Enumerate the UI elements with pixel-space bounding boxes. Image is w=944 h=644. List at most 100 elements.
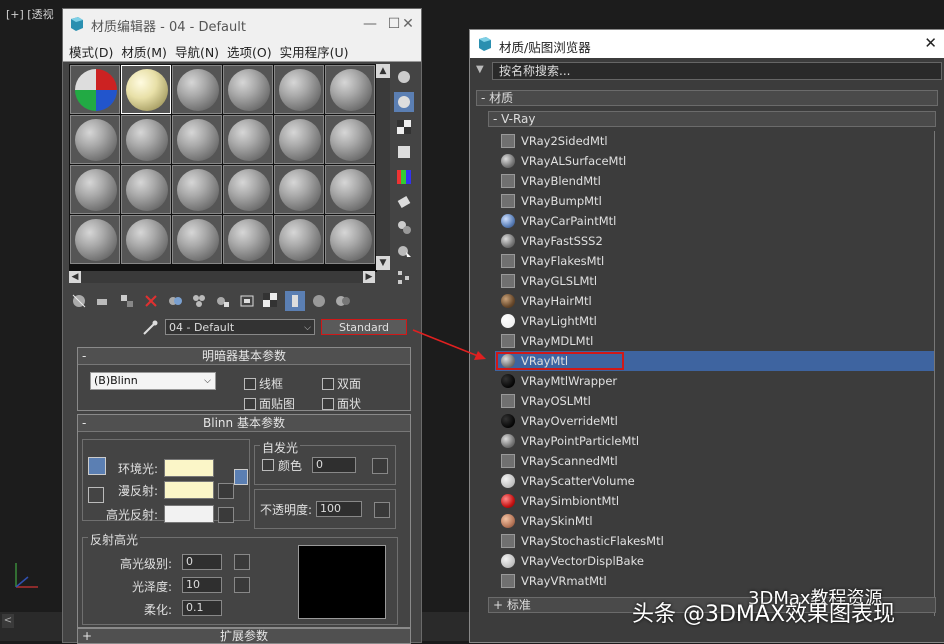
lock-icon[interactable] (234, 469, 248, 485)
material-list-item[interactable]: VRayHairMtl (495, 291, 935, 311)
sample-slot[interactable] (70, 115, 120, 164)
material-list-item[interactable]: VRayMtlWrapper (495, 371, 935, 391)
minimize-button[interactable]: — (359, 14, 381, 34)
two-sided-checkbox[interactable] (322, 378, 334, 390)
select-by-material-toolbar-icon[interactable] (333, 291, 353, 311)
material-list-item[interactable]: VRayOverrideMtl (495, 411, 935, 431)
shader-dropdown[interactable]: (B)Blinn ⌵ (90, 372, 216, 390)
opacity-spinner[interactable]: 100 (316, 501, 362, 517)
material-list-item[interactable]: VRay2SidedMtl (495, 131, 935, 151)
menu-utilities[interactable]: 实用程序(U) (278, 39, 355, 61)
material-editor-titlebar[interactable]: 材质编辑器 - 04 - Default — ☐ ✕ (63, 9, 421, 39)
sample-slot[interactable] (121, 215, 171, 264)
diffuse-map-button[interactable] (218, 483, 234, 499)
uv-tiling-icon[interactable] (394, 142, 414, 162)
material-list-item[interactable]: VRayScatterVolume (495, 471, 935, 491)
close-button[interactable]: ✕ (397, 14, 419, 34)
material-list-item[interactable]: VRayVectorDisplBake (495, 551, 935, 571)
put-to-library-icon[interactable] (189, 291, 209, 311)
rollout-header[interactable]: - Blinn 基本参数 (78, 415, 410, 432)
material-list-item[interactable]: VRayBlendMtl (495, 171, 935, 191)
menu-material[interactable]: 材质(M) (119, 39, 173, 61)
material-list-item[interactable]: VRayStochasticFlakesMtl (495, 531, 935, 551)
category-vray[interactable]: - V-Ray (488, 111, 936, 127)
lock-diffuse-specular-icon[interactable] (88, 487, 104, 503)
scroll-left-arrow-icon[interactable]: ◀ (69, 271, 81, 283)
browser-titlebar[interactable]: 材质/贴图浏览器 ✕ (470, 30, 944, 58)
menu-options[interactable]: 选项(O) (225, 39, 278, 61)
sample-slot[interactable] (274, 215, 324, 264)
soften-spinner[interactable]: 0.1 (182, 600, 222, 616)
eyedropper-icon[interactable] (141, 319, 159, 337)
sample-slot[interactable] (325, 65, 375, 114)
sample-slot[interactable] (274, 65, 324, 114)
ambient-color-swatch[interactable] (164, 459, 214, 477)
opacity-map-button[interactable] (374, 502, 390, 518)
viewport-label[interactable]: [+] [透视 (6, 6, 54, 22)
get-material-icon[interactable] (69, 291, 89, 311)
material-id-channel-icon[interactable] (213, 291, 233, 311)
specular-map-button[interactable] (218, 507, 234, 523)
collapse-icon[interactable]: - (82, 415, 86, 431)
material-list-item[interactable]: VRayPointParticleMtl (495, 431, 935, 451)
glossiness-map-button[interactable] (234, 577, 250, 593)
category-materials[interactable]: - 材质 (476, 90, 938, 106)
self-illum-spinner[interactable]: 0 (312, 457, 356, 473)
scroll-right-arrow-icon[interactable]: ▶ (363, 271, 375, 283)
assign-to-selection-icon[interactable] (117, 291, 137, 311)
reset-map-icon[interactable] (141, 291, 161, 311)
menu-navigation[interactable]: 导航(N) (173, 39, 225, 61)
options-triangle-icon[interactable]: ▼ (476, 64, 484, 75)
put-to-scene-icon[interactable] (93, 291, 113, 311)
show-end-result-icon[interactable] (261, 291, 281, 311)
sample-slot[interactable] (70, 65, 120, 114)
sample-slot[interactable] (223, 215, 273, 264)
go-forward-sibling-icon[interactable] (309, 291, 329, 311)
material-list-item[interactable]: VRayLightMtl (495, 311, 935, 331)
sample-slot[interactable] (325, 165, 375, 214)
wire-checkbox[interactable] (244, 378, 256, 390)
specular-level-map-button[interactable] (234, 554, 250, 570)
rollout-header[interactable]: - 明暗器基本参数 (78, 348, 410, 365)
material-list-item[interactable]: VRayFlakesMtl (495, 251, 935, 271)
video-color-check-icon[interactable] (394, 167, 414, 187)
material-list-item[interactable]: VRayFastSSS2 (495, 231, 935, 251)
chevron-down-icon[interactable]: ⌵ (304, 320, 311, 336)
sample-slot[interactable] (172, 65, 222, 114)
face-map-checkbox[interactable] (244, 398, 256, 410)
material-list-item[interactable]: VRayMDLMtl (495, 331, 935, 351)
sample-slot[interactable] (70, 215, 120, 264)
material-list-item[interactable]: VRaySimbiontMtl (495, 491, 935, 511)
sample-slot-active[interactable] (121, 65, 171, 114)
search-input[interactable]: 按名称搜索... (492, 62, 942, 80)
sample-slot[interactable] (172, 115, 222, 164)
sample-slot[interactable] (223, 165, 273, 214)
sample-slot[interactable] (121, 165, 171, 214)
sample-slot[interactable] (172, 165, 222, 214)
material-list-item[interactable]: VRayOSLMtl (495, 391, 935, 411)
show-shaded-material-icon[interactable] (237, 291, 257, 311)
scroll-up-arrow-icon[interactable]: ▲ (376, 64, 390, 78)
sample-slot[interactable] (223, 115, 273, 164)
material-list-item[interactable]: VRayALSurfaceMtl (495, 151, 935, 171)
material-name-field[interactable]: 04 - Default ⌵ (165, 319, 315, 335)
backlight-icon[interactable] (394, 92, 414, 112)
material-map-navigator-icon[interactable] (394, 267, 414, 287)
slots-vertical-scrollbar[interactable]: ▲ ▼ (376, 64, 390, 270)
sample-slot[interactable] (274, 115, 324, 164)
sample-slot[interactable] (325, 215, 375, 264)
material-list-item[interactable]: VRayCarPaintMtl (495, 211, 935, 231)
diffuse-color-swatch[interactable] (164, 481, 214, 499)
make-preview-icon[interactable] (394, 192, 414, 212)
glossiness-spinner[interactable]: 10 (182, 577, 222, 593)
self-illum-color-checkbox[interactable] (262, 459, 274, 471)
sample-slot[interactable] (325, 115, 375, 164)
material-list-item[interactable]: VRayScannedMtl (495, 451, 935, 471)
select-by-material-icon[interactable] (394, 242, 414, 262)
scroll-down-arrow-icon[interactable]: ▼ (376, 256, 390, 270)
material-list-item[interactable]: VRayMtl (495, 351, 935, 371)
self-illum-map-button[interactable] (372, 458, 388, 474)
faceted-checkbox[interactable] (322, 398, 334, 410)
sample-slot[interactable] (70, 165, 120, 214)
options-icon[interactable] (394, 217, 414, 237)
